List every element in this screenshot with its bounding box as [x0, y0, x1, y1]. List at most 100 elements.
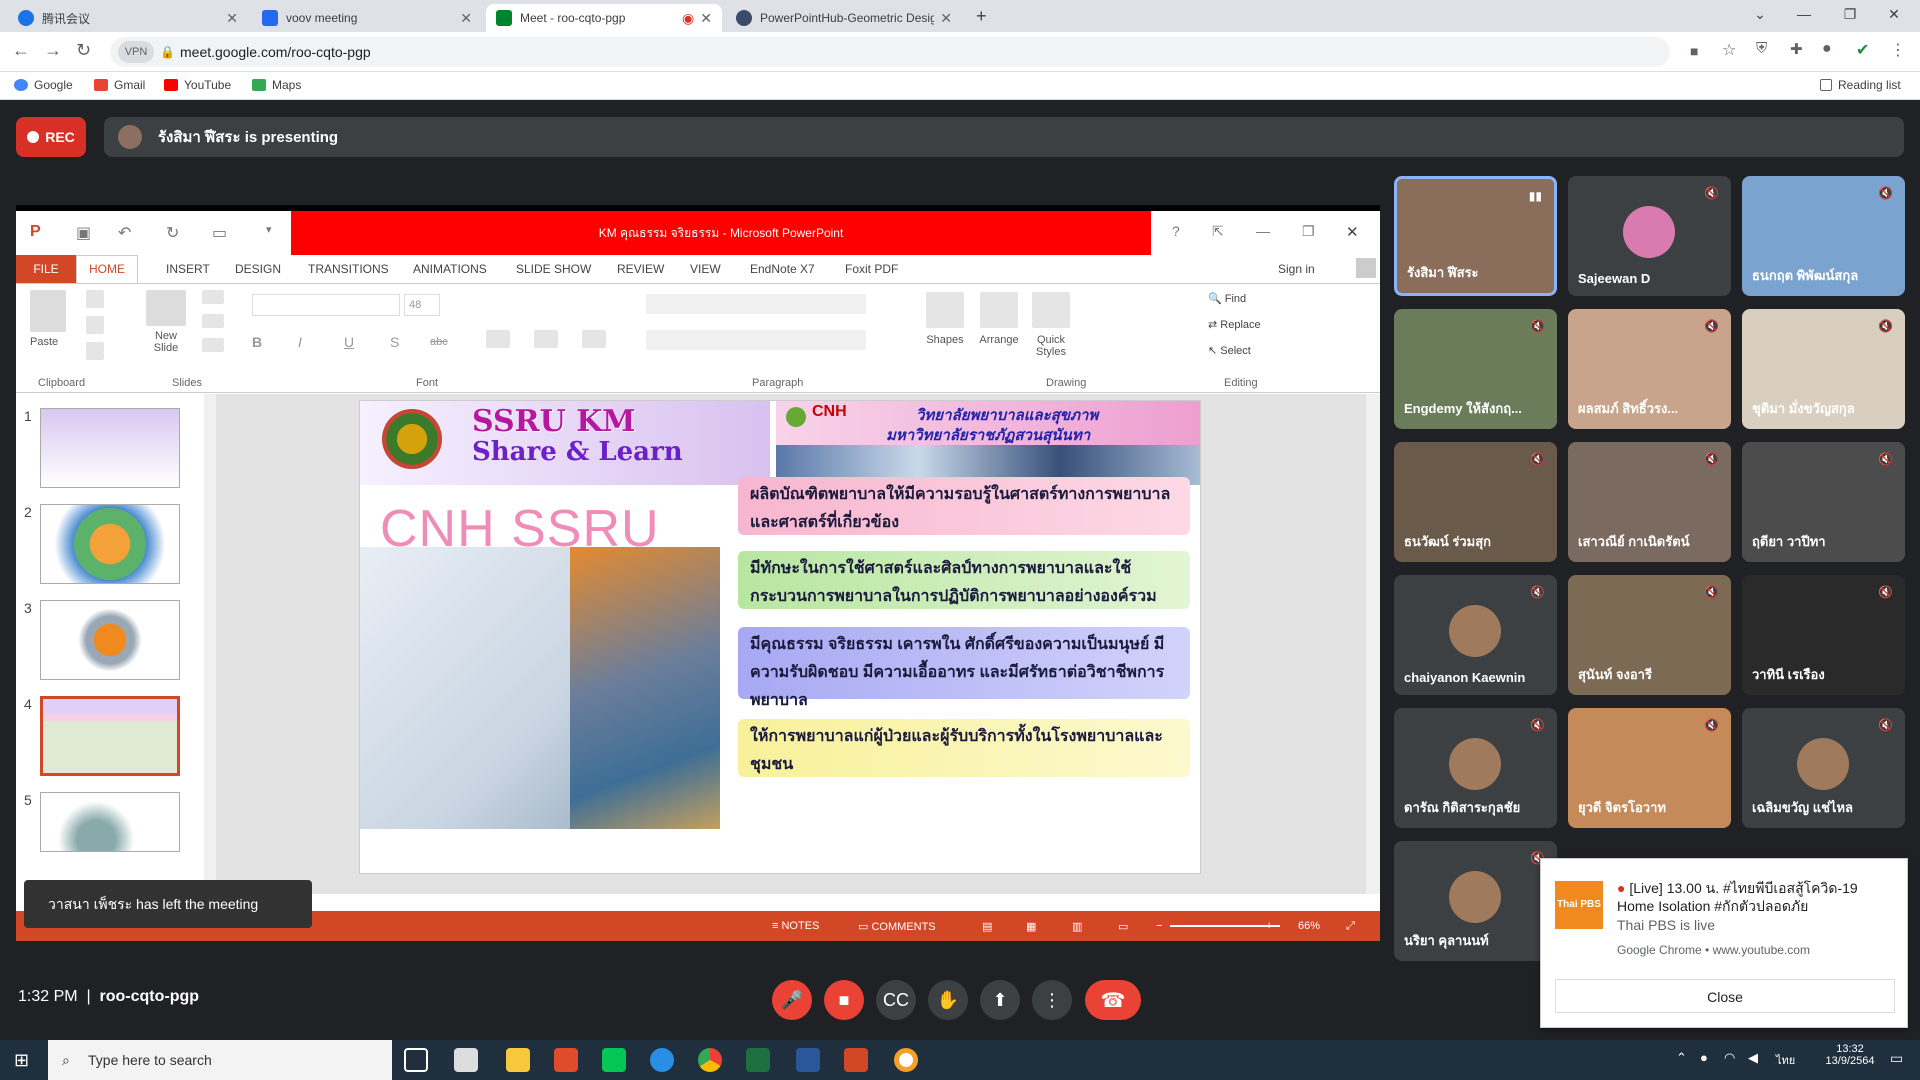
shadow-icon[interactable]: S: [390, 334, 399, 350]
new-tab-button[interactable]: +: [976, 6, 987, 27]
thumbnail-scrollbar[interactable]: [204, 394, 216, 894]
taskbar-search-box[interactable]: ⌕ Type here to search: [48, 1040, 392, 1080]
shapes-icon[interactable]: [926, 292, 964, 328]
font-size-combobox[interactable]: 48: [404, 294, 440, 316]
tab-file[interactable]: FILE: [16, 255, 76, 283]
participant-tile[interactable]: 🔇 ธนกฤต พิพัฒน์สกุล: [1742, 176, 1905, 296]
help-icon[interactable]: ?: [1172, 223, 1180, 239]
tab-slide-show[interactable]: SLIDE SHOW: [516, 262, 591, 276]
line-app-icon[interactable]: [602, 1048, 626, 1072]
tab-foxit-pdf[interactable]: Foxit PDF: [845, 262, 898, 276]
customize-qat-icon[interactable]: ▾: [266, 223, 272, 236]
notes-button[interactable]: ≡ NOTES: [772, 920, 819, 932]
forward-icon[interactable]: →: [44, 40, 62, 61]
underline-icon[interactable]: U: [344, 334, 354, 350]
tab-view[interactable]: VIEW: [690, 262, 721, 276]
show-hidden-icons[interactable]: ⌃: [1676, 1050, 1687, 1066]
chrome-menu-icon[interactable]: ⋮: [1890, 40, 1906, 60]
participant-tile[interactable]: 🔇 สุนันท์ จงอารี: [1568, 575, 1731, 695]
participant-tile[interactable]: 🔇 chaiyanon Kaewnin: [1394, 575, 1557, 695]
more-options-button[interactable]: ⋮: [1032, 980, 1072, 1020]
find-button[interactable]: 🔍 Find: [1208, 292, 1246, 305]
zoom-level[interactable]: 66%: [1298, 920, 1320, 932]
leave-call-button[interactable]: ☎: [1085, 980, 1141, 1020]
lock-icon[interactable]: 🔒: [160, 37, 175, 67]
language-indicator[interactable]: ไทย: [1776, 1051, 1795, 1069]
powerpoint-icon[interactable]: [844, 1048, 868, 1072]
zoom-in-icon[interactable]: +: [1266, 920, 1272, 932]
microphone-tray-icon[interactable]: ●: [1700, 1050, 1708, 1065]
participant-tile[interactable]: 🔇 ชุติมา มั่งขวัญสกุล: [1742, 309, 1905, 429]
camera-in-use-icon[interactable]: ■: [1690, 43, 1698, 59]
tab-animations[interactable]: ANIMATIONS: [413, 262, 487, 276]
zoom-slider[interactable]: [1170, 925, 1280, 927]
camera-off-button[interactable]: ■: [824, 980, 864, 1020]
present-screen-button[interactable]: ⬆: [980, 980, 1020, 1020]
bookmark-google[interactable]: Google: [14, 78, 73, 92]
participant-tile[interactable]: 🔇 ดารัณ กิติสาระกุลชัย: [1394, 708, 1557, 828]
minimize-window-button[interactable]: —: [1784, 6, 1824, 22]
italic-icon[interactable]: I: [298, 334, 302, 350]
format-painter-icon[interactable]: [86, 342, 104, 360]
task-view-icon[interactable]: [404, 1048, 428, 1072]
close-tab-icon[interactable]: ✕: [940, 10, 952, 27]
browser-tab-3[interactable]: Meet - roo-cqto-pgp ◉ ✕: [486, 4, 722, 32]
participant-tile[interactable]: 🔇 เฉลิมขวัญ แช่ไหล: [1742, 708, 1905, 828]
tab-insert[interactable]: INSERT: [166, 262, 210, 276]
participant-tile[interactable]: 🔇 วาทินี เรเรือง: [1742, 575, 1905, 695]
volume-icon[interactable]: ◀: [1748, 1050, 1758, 1066]
paste-icon[interactable]: [30, 290, 66, 332]
current-slide[interactable]: SSRU KM Share & Learn CNH วิทยาลัยพยาบาล…: [359, 400, 1201, 874]
browser-tab-1[interactable]: 腾讯会议 ✕: [8, 4, 248, 32]
start-slideshow-icon[interactable]: ▭: [212, 223, 227, 243]
font-name-combobox[interactable]: [252, 294, 400, 316]
vpn-extension-icon[interactable]: ✔: [1856, 40, 1869, 60]
extension-shield-icon[interactable]: ⛨: [1756, 40, 1767, 57]
ribbon-display-icon[interactable]: ⇱: [1212, 223, 1224, 240]
new-slide-button[interactable]: New Slide: [146, 330, 186, 354]
slide-thumbnail-2[interactable]: [40, 504, 180, 584]
address-bar[interactable]: VPN 🔒 meet.google.com/roo-cqto-pgp: [110, 37, 1670, 67]
undo-icon[interactable]: ↶: [118, 223, 131, 243]
file-explorer-icon[interactable]: [506, 1048, 530, 1072]
participant-tile[interactable]: 🔇 ฤดียา วาปีทา: [1742, 442, 1905, 562]
select-button[interactable]: ↖ Select: [1208, 344, 1251, 357]
participant-tile[interactable]: 🔇 Engdemy ให้สังกฤ...: [1394, 309, 1557, 429]
slide-thumbnail-3[interactable]: [40, 600, 180, 680]
layout-icon[interactable]: [202, 290, 224, 304]
section-icon[interactable]: [202, 338, 224, 352]
close-window-button[interactable]: ✕: [1874, 6, 1914, 23]
tab-endnote[interactable]: EndNote X7: [750, 262, 815, 276]
cut-icon[interactable]: [86, 290, 104, 308]
bookmark-youtube[interactable]: YouTube: [164, 78, 231, 92]
windows-start-icon[interactable]: ⊞: [14, 1050, 29, 1071]
bookmark-gmail[interactable]: Gmail: [94, 78, 145, 92]
bookmark-maps[interactable]: Maps: [252, 78, 301, 92]
sign-in-link[interactable]: Sign in: [1278, 262, 1315, 276]
captions-button[interactable]: CC: [876, 980, 916, 1020]
reload-icon[interactable]: ↻: [76, 40, 91, 61]
new-slide-icon[interactable]: [146, 290, 186, 326]
paragraph-list-controls[interactable]: [646, 294, 866, 314]
ppt-restore-button[interactable]: ❐: [1302, 223, 1315, 240]
user-avatar-icon[interactable]: [1356, 258, 1376, 278]
word-icon[interactable]: [796, 1048, 820, 1072]
reading-view-icon[interactable]: ▥: [1072, 920, 1082, 933]
participant-tile[interactable]: 🔇 นริยา คุลานนท์: [1394, 841, 1557, 961]
chrome-canary-icon[interactable]: [894, 1048, 918, 1072]
mic-off-button[interactable]: 🎤: [772, 980, 812, 1020]
participant-tile[interactable]: 🔇 ธนวัฒน์ ร่วมสุก: [1394, 442, 1557, 562]
strikethrough-icon[interactable]: abc: [430, 336, 448, 348]
bold-icon[interactable]: B: [252, 334, 262, 350]
tab-review[interactable]: REVIEW: [617, 262, 664, 276]
profile-avatar-icon[interactable]: ●: [1822, 40, 1832, 58]
font-color-icon[interactable]: [582, 330, 606, 348]
maximize-window-button[interactable]: ❐: [1830, 6, 1870, 23]
close-tab-icon[interactable]: ✕: [226, 10, 238, 27]
fit-to-window-icon[interactable]: ⤢: [1346, 920, 1355, 933]
comments-button[interactable]: ▭ COMMENTS: [858, 920, 936, 933]
replace-button[interactable]: ⇄ Replace: [1208, 318, 1261, 331]
slideshow-view-icon[interactable]: ▭: [1118, 920, 1128, 933]
redo-icon[interactable]: ↻: [166, 223, 179, 243]
slide-sorter-icon[interactable]: ▦: [1026, 920, 1036, 933]
